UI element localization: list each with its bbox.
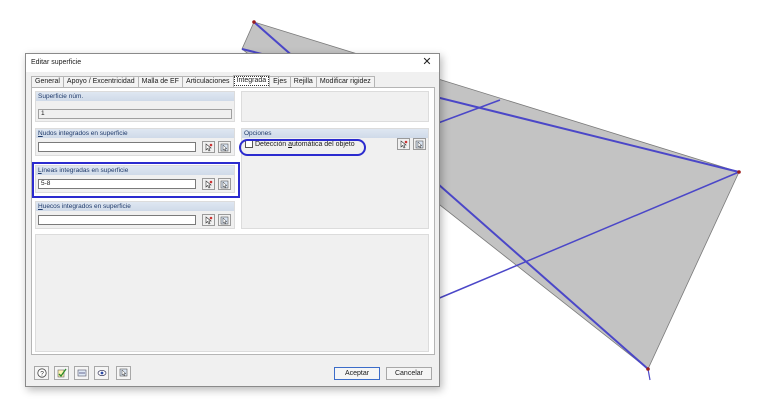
model-node (646, 367, 650, 371)
options-label: Opciones (242, 129, 428, 138)
help-icon[interactable]: ? (34, 366, 49, 380)
pick-objects-icon[interactable] (202, 214, 215, 226)
dialog-footer: ? Aceptar Cancelar (26, 358, 439, 386)
model-node (737, 170, 741, 174)
integrated-openings-group: Huecos integrados en superficie (35, 201, 235, 229)
integrated-nodes-group: Nudos integrados en superficie (35, 128, 235, 156)
pick-in-graphic-icon[interactable] (413, 138, 426, 150)
units-icon[interactable] (74, 366, 89, 380)
pick-objects-icon[interactable] (397, 138, 410, 150)
pick-in-graphic-icon[interactable] (218, 141, 231, 153)
pick-in-graphic-icon[interactable] (218, 214, 231, 226)
tab-fe-mesh[interactable]: Malla de EF (137, 76, 183, 87)
integrated-nodes-input[interactable] (38, 142, 196, 152)
cancel-button[interactable]: Cancelar (386, 367, 432, 380)
surface-number-label: Superficie núm. (36, 92, 234, 101)
pick-objects-icon[interactable] (202, 141, 215, 153)
check-edit-icon[interactable] (54, 366, 69, 380)
ok-button[interactable]: Aceptar (334, 367, 380, 380)
auto-detect-highlight-frame (239, 139, 366, 156)
title-bar: Editar superficie ✕ (26, 54, 439, 72)
comment-area (35, 234, 429, 352)
tab-grid[interactable]: Rejilla (289, 76, 317, 87)
integrated-openings-input[interactable] (38, 215, 196, 225)
tab-content: Superficie núm. 1 Nudos integrados en su… (31, 87, 435, 355)
tab-support-eccentricity[interactable]: Apoyo / Excentricidad (62, 76, 139, 87)
tab-integrated[interactable]: Integrada (232, 75, 271, 87)
tab-bar: General Apoyo / Excentricidad Malla de E… (31, 75, 375, 87)
lines-highlight-frame (32, 162, 240, 198)
tab-hinges[interactable]: Articulaciones (181, 76, 234, 87)
svg-text:?: ? (40, 370, 44, 377)
tab-axes[interactable]: Ejes (269, 76, 291, 87)
tab-general[interactable]: General (31, 76, 64, 87)
surface-number-group: Superficie núm. 1 (35, 91, 235, 122)
integrated-nodes-label: Nudos integrados en superficie (36, 129, 234, 138)
dialog-title: Editar superficie (31, 59, 82, 66)
tab-modify-stiffness[interactable]: Modificar rigidez (315, 76, 375, 87)
model-node (252, 20, 256, 24)
surface-number-field: 1 (38, 109, 232, 119)
info-group (241, 91, 429, 122)
close-icon[interactable]: ✕ (420, 55, 434, 69)
pick-from-list-icon[interactable] (116, 366, 131, 380)
integrated-openings-label: Huecos integrados en superficie (36, 202, 234, 211)
edit-surface-dialog: Editar superficie ✕ General Apoyo / Exce… (25, 53, 440, 387)
visibility-icon[interactable] (94, 366, 109, 380)
